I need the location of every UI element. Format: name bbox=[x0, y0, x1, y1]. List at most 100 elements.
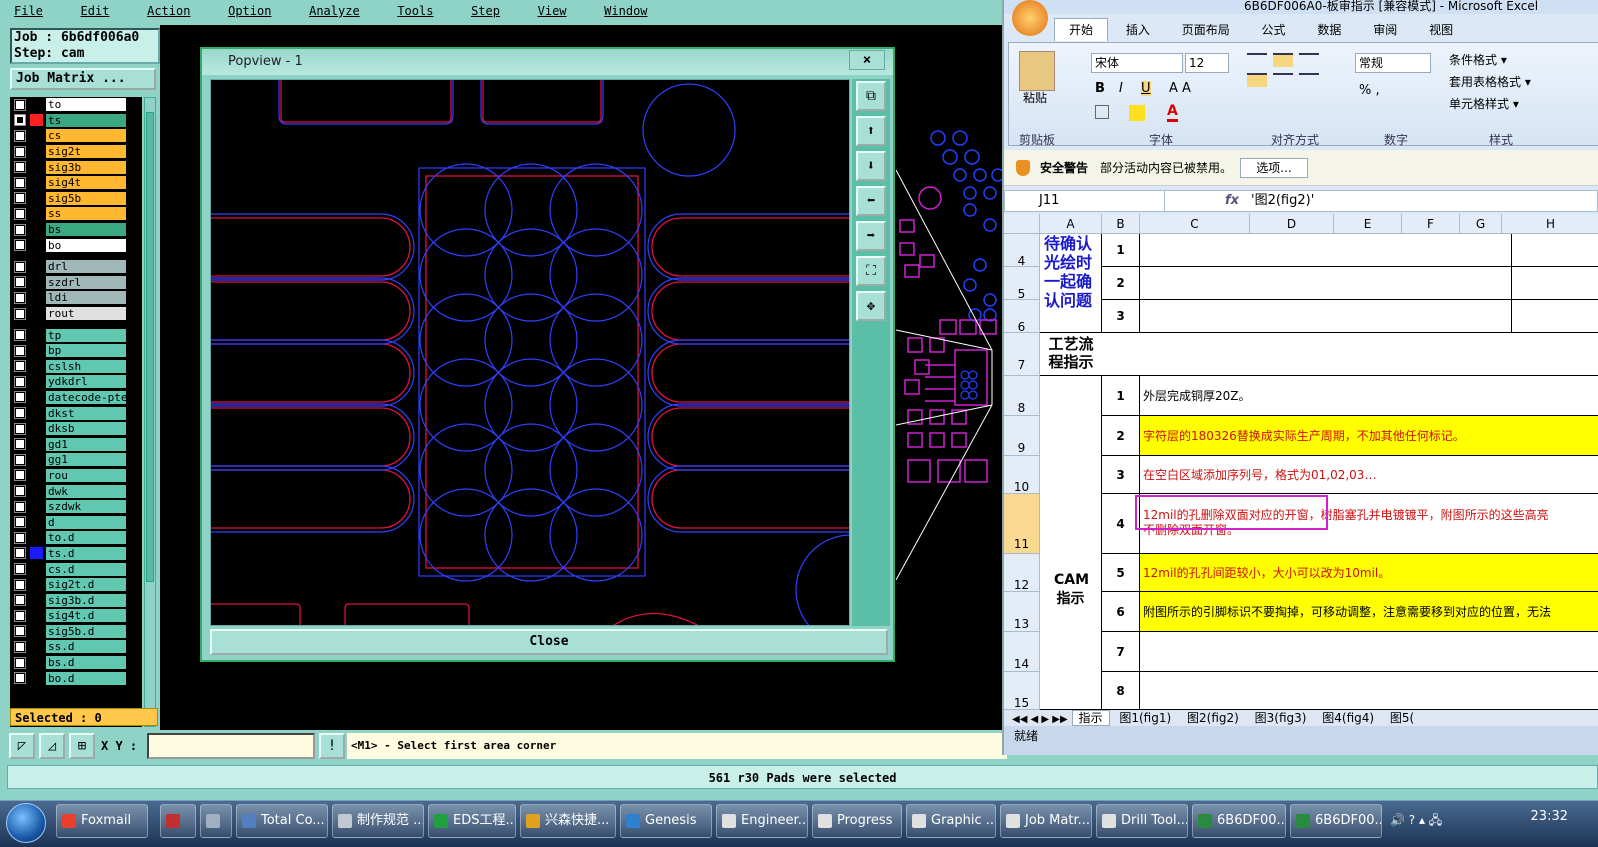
layer-name[interactable]: bo.d bbox=[46, 671, 126, 685]
layer-checkbox[interactable] bbox=[14, 609, 26, 622]
cell-b-item[interactable]: 7 bbox=[1102, 632, 1140, 672]
layer-name[interactable]: ss.d bbox=[46, 640, 126, 654]
start-button[interactable] bbox=[6, 803, 46, 843]
taskbar-item[interactable]: EDS工程... bbox=[428, 804, 516, 838]
col-header-g[interactable]: G bbox=[1460, 214, 1502, 234]
layer-checkbox[interactable] bbox=[14, 438, 26, 451]
layer-color-swatch[interactable] bbox=[30, 640, 43, 653]
layer-name[interactable]: sig3b.d bbox=[46, 593, 126, 607]
layer-color-swatch[interactable] bbox=[30, 469, 43, 482]
layer-color-swatch[interactable] bbox=[30, 407, 43, 420]
layer-name[interactable]: tp bbox=[46, 328, 126, 342]
layer-name[interactable]: ts bbox=[46, 113, 126, 127]
layer-color-swatch[interactable] bbox=[30, 161, 43, 174]
layer-color-swatch[interactable] bbox=[30, 307, 43, 320]
job-matrix-button[interactable]: Job Matrix ... bbox=[10, 68, 156, 90]
align-middle-icon[interactable] bbox=[1273, 53, 1293, 67]
popview-close-x-button[interactable]: × bbox=[849, 50, 885, 70]
row-header-11[interactable]: 11 bbox=[1004, 494, 1040, 554]
layer-checkbox[interactable] bbox=[14, 260, 26, 273]
layer-name[interactable]: ss bbox=[46, 207, 126, 221]
taskbar-item[interactable]: Graphic ... bbox=[906, 804, 996, 838]
row-header-13[interactable]: 13 bbox=[1004, 592, 1040, 632]
layer-color-swatch[interactable] bbox=[30, 207, 43, 220]
layer-row-cslsh[interactable]: cslsh bbox=[10, 359, 142, 375]
italic-icon[interactable]: I bbox=[1119, 81, 1123, 96]
row-header-12[interactable]: 12 bbox=[1004, 554, 1040, 592]
taskbar-item[interactable]: 制作规范 ... bbox=[332, 804, 424, 838]
layer-name[interactable]: d bbox=[46, 515, 126, 529]
conditional-format-button[interactable]: 条件格式 ▾ bbox=[1449, 51, 1507, 68]
layer-checkbox[interactable] bbox=[14, 407, 26, 420]
layer-name[interactable]: datecode-pte bbox=[46, 390, 126, 404]
tab-insert[interactable]: 插入 bbox=[1112, 19, 1164, 41]
col-header-a[interactable]: A bbox=[1040, 214, 1102, 234]
cell-a-cam[interactable]: CAM指示 bbox=[1040, 376, 1102, 710]
xy-input[interactable] bbox=[147, 733, 315, 759]
layer-name[interactable]: bs.d bbox=[46, 656, 126, 670]
layer-checkbox[interactable] bbox=[14, 207, 26, 220]
grow-font-icon[interactable]: A A bbox=[1169, 81, 1191, 96]
layer-row-cs[interactable]: cs bbox=[10, 128, 142, 144]
select-all-corner[interactable] bbox=[1004, 214, 1040, 234]
name-box[interactable]: J11 bbox=[1005, 191, 1165, 211]
taskbar-item[interactable]: 6B6DF00... bbox=[1192, 804, 1286, 838]
layer-row-sig2t-d[interactable]: sig2t.d bbox=[10, 577, 142, 593]
row-header-10[interactable]: 10 bbox=[1004, 456, 1040, 494]
tab-formulas[interactable]: 公式 bbox=[1248, 19, 1300, 41]
cell-content[interactable] bbox=[1140, 234, 1512, 267]
layer-row-bo[interactable]: bo bbox=[10, 237, 142, 253]
cell-a-confirm[interactable]: 待确认光绘时一起确认问题 bbox=[1040, 234, 1102, 333]
layer-checkbox[interactable] bbox=[14, 625, 26, 638]
taskbar-item[interactable]: 兴森快捷... bbox=[520, 804, 616, 838]
layer-checkbox[interactable] bbox=[14, 276, 26, 289]
layer-row-rout[interactable]: rout bbox=[10, 306, 142, 322]
layer-row-tp[interactable]: tp bbox=[10, 327, 142, 343]
layer-name[interactable]: bs bbox=[46, 223, 126, 237]
layer-row-ss-d[interactable]: ss.d bbox=[10, 639, 142, 655]
col-header-h[interactable]: H bbox=[1502, 214, 1598, 234]
layer-color-swatch[interactable] bbox=[30, 391, 43, 404]
zoom-home-icon[interactable]: ⧉ bbox=[856, 81, 886, 111]
tab-review[interactable]: 审阅 bbox=[1359, 19, 1411, 41]
cell-b-item[interactable]: 2 bbox=[1102, 416, 1140, 456]
layer-color-swatch[interactable] bbox=[30, 329, 43, 342]
row-header-8[interactable]: 8 bbox=[1004, 376, 1040, 416]
layer-checkbox[interactable] bbox=[14, 291, 26, 304]
layer-row-gd1[interactable]: gd1 bbox=[10, 436, 142, 452]
layer-checkbox[interactable] bbox=[14, 344, 26, 357]
table-format-button[interactable]: 套用表格格式 ▾ bbox=[1449, 73, 1531, 90]
sheet-nav-icon[interactable]: ◀◀ ◀ ▶ ▶▶ bbox=[1004, 714, 1068, 725]
row-header-15[interactable]: 15 bbox=[1004, 672, 1040, 710]
layer-color-swatch[interactable] bbox=[30, 625, 43, 638]
layer-name[interactable]: bo bbox=[46, 238, 126, 252]
layer-row-bs[interactable]: bs bbox=[10, 222, 142, 238]
cell-cam-5[interactable]: 12mil的孔孔间距较小，大小可以改为10mil。 bbox=[1140, 554, 1598, 592]
layer-row-dwk[interactable]: dwk bbox=[10, 483, 142, 499]
col-header-c[interactable]: C bbox=[1140, 214, 1250, 234]
layer-name[interactable]: cs.d bbox=[46, 562, 126, 576]
layer-name[interactable]: sig5b.d bbox=[46, 624, 126, 638]
col-header-e[interactable]: E bbox=[1334, 214, 1402, 234]
fx-icon[interactable]: fx bbox=[1225, 191, 1239, 211]
layer-color-swatch[interactable] bbox=[30, 239, 43, 252]
layer-name[interactable]: sig4t.d bbox=[46, 609, 126, 623]
layer-checkbox[interactable] bbox=[14, 594, 26, 607]
layer-name[interactable]: sig2t.d bbox=[46, 578, 126, 592]
sheet-tab-instructions[interactable]: 指示 bbox=[1071, 710, 1110, 726]
row-header-7[interactable]: 7 bbox=[1004, 333, 1040, 376]
layer-color-swatch[interactable] bbox=[30, 453, 43, 466]
layer-row-ts[interactable]: ts bbox=[10, 113, 142, 129]
layer-color-swatch[interactable] bbox=[30, 375, 43, 388]
layer-color-swatch[interactable] bbox=[30, 176, 43, 189]
taskbar-item[interactable]: Foxmail bbox=[56, 804, 148, 838]
layer-checkbox[interactable] bbox=[14, 329, 26, 342]
cell-b-item[interactable]: 1 bbox=[1102, 376, 1140, 416]
layer-checkbox[interactable] bbox=[14, 360, 26, 373]
layer-checkbox[interactable] bbox=[14, 563, 26, 576]
layer-checkbox[interactable] bbox=[14, 98, 26, 111]
menu-window[interactable]: Window bbox=[590, 5, 661, 17]
layer-color-swatch[interactable] bbox=[30, 578, 43, 591]
layer-row-cs-d[interactable]: cs.d bbox=[10, 561, 142, 577]
layer-name[interactable]: ydkdrl bbox=[46, 375, 126, 389]
